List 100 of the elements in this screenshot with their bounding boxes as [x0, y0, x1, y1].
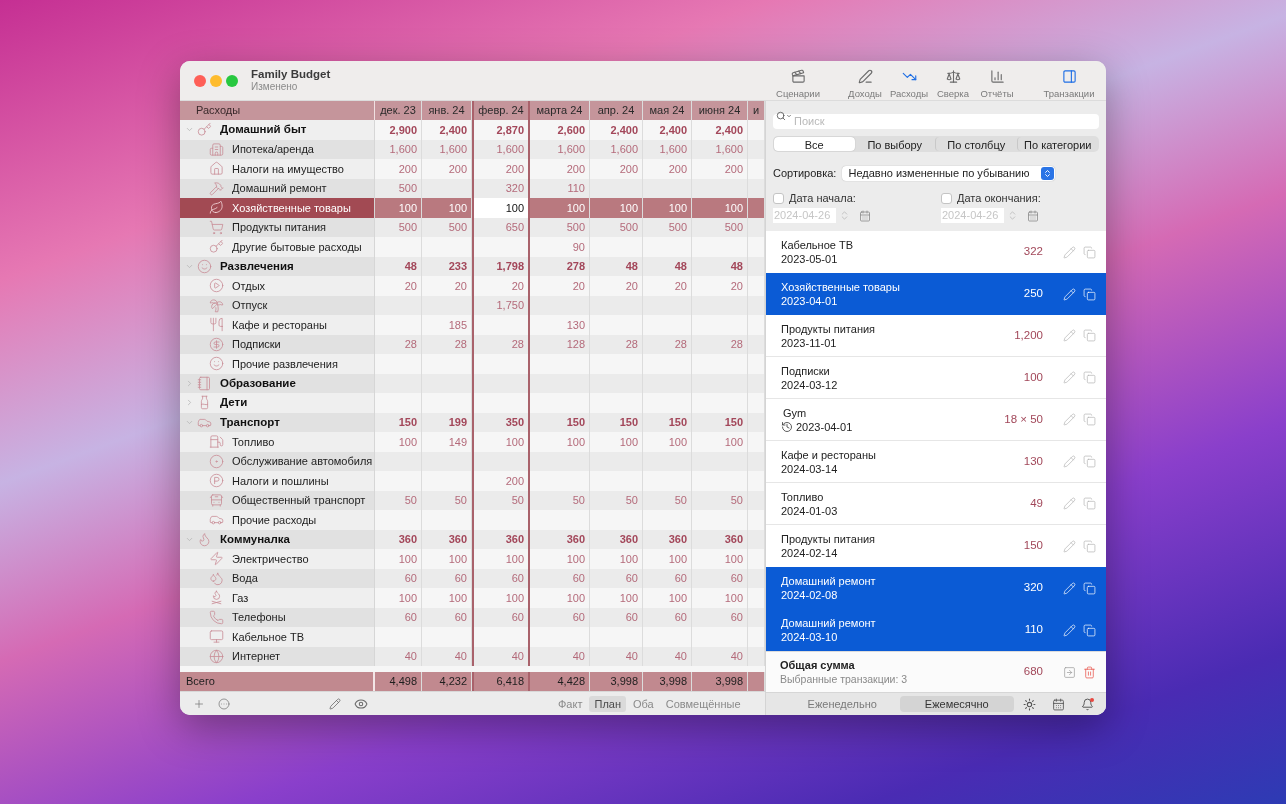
stepper-icon[interactable]: [1007, 210, 1018, 221]
value-cell[interactable]: 2,400: [643, 120, 692, 140]
close-button[interactable]: [194, 74, 206, 87]
value-cell[interactable]: 40: [472, 646, 530, 666]
copy-icon[interactable]: [1083, 371, 1096, 384]
more-icon[interactable]: [218, 697, 230, 710]
value-cell[interactable]: 100: [692, 549, 748, 569]
table-row[interactable]: Прочие расходы: [180, 510, 765, 530]
table-row[interactable]: Налоги на имущество 200 200 200 200 200 200 200: [180, 159, 765, 179]
value-cell[interactable]: 20: [643, 276, 692, 296]
chevron-down-icon[interactable]: [786, 113, 792, 119]
table-row[interactable]: Газ 100 100 100 100 100 100 100: [180, 588, 765, 608]
value-cell[interactable]: 20: [422, 276, 472, 296]
add-icon[interactable]: [193, 697, 205, 710]
pencil-icon[interactable]: [329, 697, 341, 710]
checkbox[interactable]: [941, 192, 952, 204]
checkbox[interactable]: [773, 192, 784, 204]
eye-icon[interactable]: [354, 696, 368, 711]
table-row[interactable]: Отпуск 1,750: [180, 295, 765, 315]
value-cell[interactable]: 100: [692, 432, 748, 452]
table-row[interactable]: Домашний ремонт 500 320 110: [180, 178, 765, 198]
search-field[interactable]: Поиск: [773, 113, 1099, 129]
value-cell[interactable]: 20: [692, 276, 748, 296]
value-cell[interactable]: 185: [422, 315, 472, 335]
view-mode-tab[interactable]: Факт: [553, 695, 588, 712]
value-cell[interactable]: 40: [422, 646, 472, 666]
copy-icon[interactable]: [1083, 581, 1096, 595]
bell-icon[interactable]: [1081, 697, 1094, 711]
value-cell[interactable]: 100: [590, 198, 643, 218]
value-cell[interactable]: 200: [643, 159, 692, 179]
value-cell[interactable]: 40: [530, 646, 590, 666]
value-cell[interactable]: 100: [422, 588, 472, 608]
chevron-right-icon[interactable]: [185, 398, 194, 408]
value-cell[interactable]: 100: [530, 549, 590, 569]
copy-icon[interactable]: [1083, 245, 1096, 259]
table-row[interactable]: Ипотека/аренда 1,600 1,600 1,600 1,600 1,600 1,600 1,600: [180, 139, 765, 159]
pencil-icon[interactable]: [1063, 245, 1076, 259]
value-cell[interactable]: 149: [422, 432, 472, 452]
value-cell[interactable]: 100: [643, 198, 692, 218]
category-row[interactable]: Домашний быт 2,900 2,400 2,870 2,600 2,400 2,400 2,400: [180, 120, 765, 140]
value-cell[interactable]: 100: [590, 588, 643, 608]
value-cell[interactable]: 2,400: [692, 120, 748, 140]
value-cell[interactable]: 40: [643, 646, 692, 666]
copy-icon[interactable]: [1083, 413, 1096, 426]
table-row[interactable]: Другие бытовые расходы 90: [180, 237, 765, 257]
trash-icon[interactable]: [1083, 665, 1096, 679]
value-cell[interactable]: 100: [692, 198, 748, 218]
period-tab[interactable]: Еженедельно: [785, 696, 900, 712]
pencil-icon[interactable]: [1063, 413, 1076, 426]
value-cell[interactable]: 200: [375, 159, 422, 179]
calendar-icon[interactable]: [1027, 209, 1039, 222]
table-row[interactable]: Продукты питания 500 500 650 500 500 500 500: [180, 217, 765, 237]
value-cell[interactable]: 100: [375, 588, 422, 608]
view-mode-tab[interactable]: Оба: [628, 695, 659, 712]
value-cell[interactable]: 20: [590, 276, 643, 296]
filter-tab[interactable]: По категории: [1016, 137, 1098, 151]
table-row[interactable]: Отдых 20 20 20 20 20 20 20: [180, 276, 765, 296]
value-cell[interactable]: 100: [375, 198, 422, 218]
pencil-icon[interactable]: [1063, 329, 1076, 342]
value-cell[interactable]: 40: [692, 646, 748, 666]
value-cell[interactable]: 100: [375, 549, 422, 569]
view-mode-tab[interactable]: План: [589, 695, 626, 712]
calendar-icon[interactable]: [1052, 697, 1065, 711]
table-row[interactable]: Электричество 100 100 100 100 100 100 100: [180, 549, 765, 569]
toolbar-button[interactable]: Расходы: [887, 61, 931, 100]
value-cell[interactable]: 20: [375, 276, 422, 296]
table-row[interactable]: Вода 60 60 60 60 60 60 60: [180, 568, 765, 588]
value-cell[interactable]: 100: [590, 549, 643, 569]
transaction-row[interactable]: Домашний ремонт 2024-02-08 320: [766, 567, 1106, 609]
copy-icon[interactable]: [1083, 455, 1096, 468]
table-row[interactable]: Кабельное ТВ: [180, 627, 765, 647]
table-row[interactable]: Налоги и пошлины 200: [180, 471, 765, 491]
toolbar-button[interactable]: Сверка: [931, 61, 975, 100]
chevron-right-icon[interactable]: [185, 378, 194, 388]
table-row[interactable]: Прочие развлечения: [180, 354, 765, 374]
value-cell[interactable]: 100: [643, 549, 692, 569]
toolbar-button[interactable]: Отчёты: [975, 61, 1019, 100]
copy-icon[interactable]: [1083, 329, 1096, 342]
pencil-icon[interactable]: [1063, 539, 1076, 553]
copy-icon[interactable]: [1083, 497, 1096, 510]
value-cell[interactable]: 2,900: [375, 120, 422, 140]
table-row[interactable]: Интернет 40 40 40 40 40 40 40: [180, 646, 765, 666]
category-row[interactable]: Дети: [180, 393, 765, 413]
column-header[interactable]: Расходы: [196, 102, 241, 119]
filter-tab[interactable]: По выбору: [854, 137, 935, 151]
value-cell[interactable]: 100: [692, 588, 748, 608]
table-row[interactable]: Топливо 100 149 100 100 100 100 100: [180, 432, 765, 452]
zoom-button[interactable]: [226, 74, 238, 87]
filter-tab[interactable]: По столбцу: [935, 137, 1017, 151]
value-cell[interactable]: 20: [530, 276, 590, 296]
calendar-icon[interactable]: [859, 209, 871, 222]
category-row[interactable]: Коммуналка 360 360 360 360 360 360 360: [180, 529, 765, 549]
toolbar-button[interactable]: Сценарии: [774, 61, 822, 100]
table-row[interactable]: Хозяйственные товары 100 100 100 100 100 100 100: [180, 198, 765, 218]
value-cell[interactable]: 200: [692, 159, 748, 179]
copy-icon[interactable]: [1083, 539, 1096, 553]
value-cell[interactable]: 200: [590, 159, 643, 179]
sort-popup[interactable]: Недавно измененные по убыванию: [842, 166, 1056, 181]
stepper-icon[interactable]: [839, 210, 850, 221]
copy-icon[interactable]: [1083, 623, 1096, 637]
